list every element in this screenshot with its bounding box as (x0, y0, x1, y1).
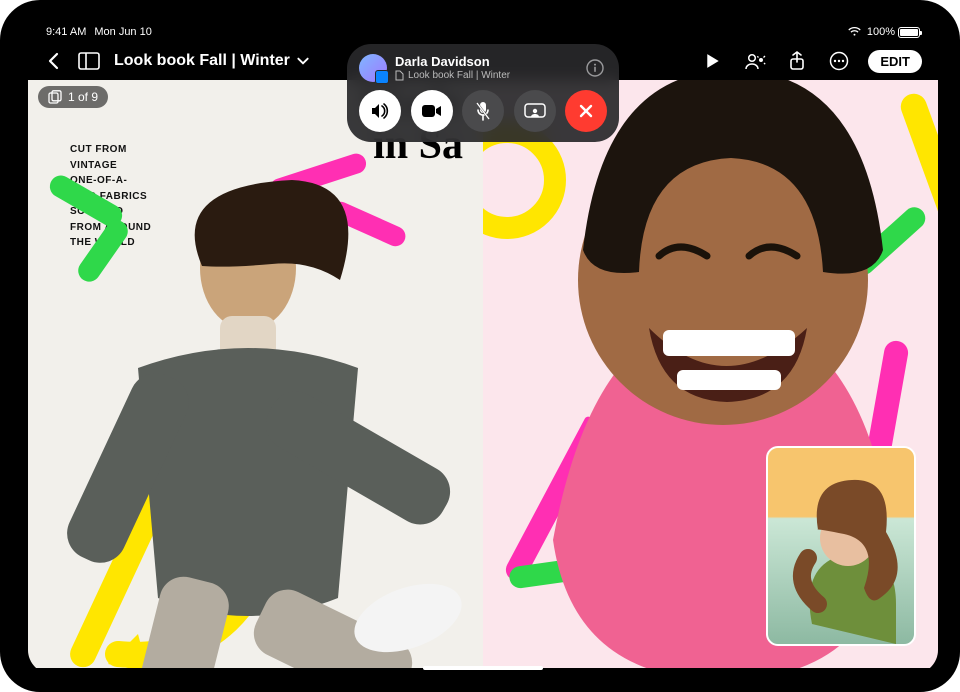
status-date: Mon Jun 10 (94, 26, 151, 38)
document-icon (395, 70, 404, 81)
status-bar: 9:41 AM Mon Jun 10 100% (28, 22, 938, 42)
mute-button[interactable] (462, 90, 504, 132)
share-button[interactable] (784, 48, 810, 74)
edit-button[interactable]: EDIT (868, 50, 922, 73)
shared-doc-label: Look book Fall | Winter (395, 70, 510, 81)
collaborate-button[interactable] (742, 48, 768, 74)
more-button[interactable] (826, 48, 852, 74)
battery-icon (898, 27, 920, 38)
pages-icon (48, 90, 62, 104)
document-title[interactable]: Look book Fall | Winter (114, 52, 310, 70)
self-view-pip[interactable] (766, 446, 916, 646)
sidebar-button[interactable] (76, 48, 102, 74)
speaker-button[interactable] (359, 90, 401, 132)
call-info-button[interactable] (585, 58, 605, 78)
chevron-down-icon (296, 54, 310, 68)
play-button[interactable] (700, 48, 726, 74)
end-call-button[interactable] (565, 90, 607, 132)
caller-avatar[interactable] (359, 54, 387, 82)
status-time: 9:41 AM (46, 26, 86, 38)
model-photo-left (28, 148, 483, 668)
caller-name: Darla Davidson (395, 55, 510, 69)
page-left: 1 of 9 Made in Sa CUT FROM VINTAGE ONE-O… (28, 80, 483, 668)
page-count-badge[interactable]: 1 of 9 (38, 86, 108, 108)
facetime-hud: Darla Davidson Look book Fall | Winter (347, 44, 619, 142)
document-title-text: Look book Fall | Winter (114, 52, 290, 70)
battery-pct: 100% (867, 26, 895, 38)
camera-button[interactable] (411, 90, 453, 132)
shareplay-button[interactable] (514, 90, 556, 132)
wifi-icon (848, 27, 861, 37)
home-indicator[interactable] (423, 666, 543, 670)
back-button[interactable] (40, 48, 66, 74)
self-video (786, 474, 906, 644)
page-count-text: 1 of 9 (68, 90, 98, 104)
